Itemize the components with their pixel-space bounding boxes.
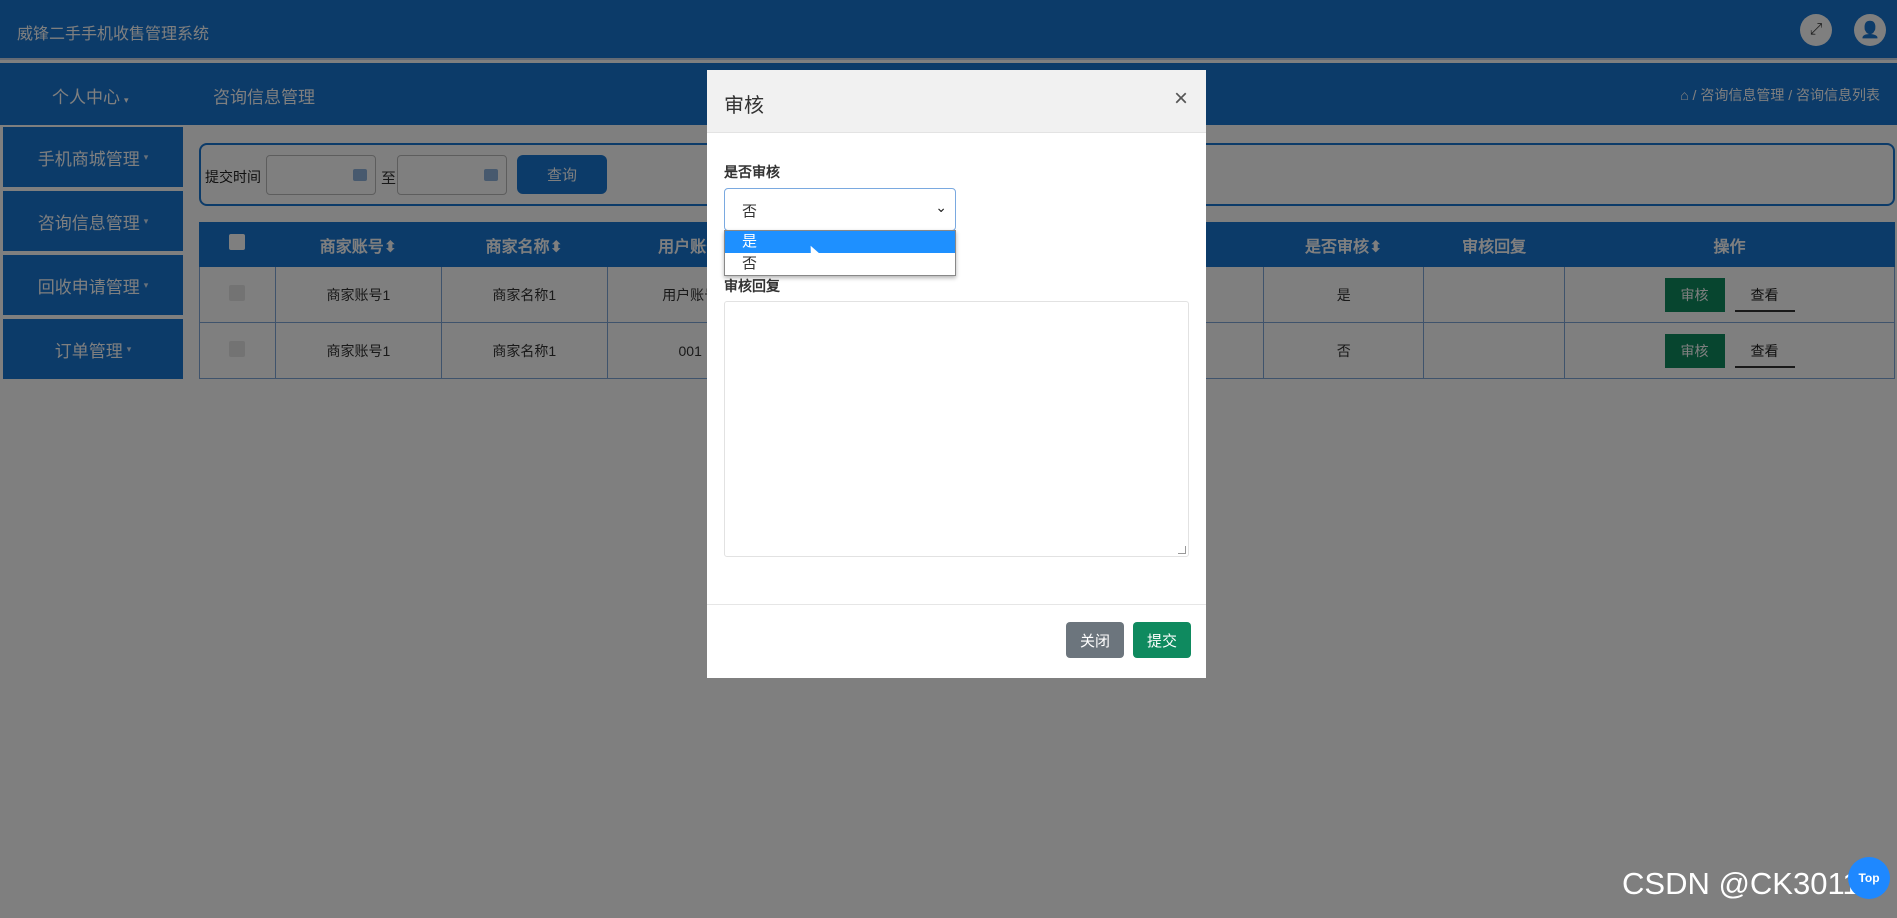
submit-button[interactable]: 提交 bbox=[1133, 622, 1191, 658]
audit-status-label: 是否审核 bbox=[724, 164, 780, 180]
option-no[interactable]: 否 bbox=[725, 253, 955, 275]
audit-modal: 审核 × 是否审核 否 ⌄ 审核回复 关闭 提交 bbox=[707, 70, 1206, 678]
audit-reply-textarea[interactable] bbox=[724, 301, 1189, 557]
watermark: CSDN @CK3011 bbox=[1622, 866, 1860, 901]
audit-status-dropdown: 是 否 bbox=[724, 230, 956, 276]
option-yes[interactable]: 是 bbox=[725, 231, 955, 253]
modal-footer: 关闭 提交 bbox=[707, 604, 1206, 678]
back-to-top-button[interactable]: Top bbox=[1848, 857, 1890, 899]
chevron-down-icon: ⌄ bbox=[935, 199, 947, 215]
modal-title: 审核 bbox=[724, 95, 764, 117]
close-icon[interactable]: × bbox=[1174, 85, 1188, 113]
resize-handle[interactable] bbox=[1178, 546, 1186, 554]
audit-status-select[interactable]: 否 ⌄ bbox=[724, 188, 956, 231]
audit-reply-label: 审核回复 bbox=[724, 278, 780, 294]
close-button[interactable]: 关闭 bbox=[1066, 622, 1124, 658]
modal-header: 审核 × bbox=[707, 70, 1206, 133]
